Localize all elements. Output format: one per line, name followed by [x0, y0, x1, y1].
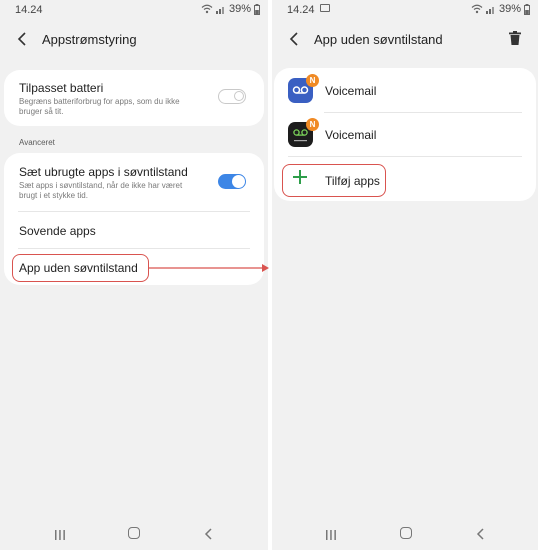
notification-badge: N — [306, 118, 319, 131]
recent-apps-icon[interactable] — [54, 528, 66, 540]
list-item[interactable]: N Voicemail — [274, 68, 536, 112]
notification-badge: N — [306, 74, 319, 87]
status-bar: 14.24 39% — [272, 0, 538, 22]
nav-back-icon[interactable] — [475, 527, 487, 540]
back-arrow-icon[interactable] — [286, 30, 304, 48]
divider — [18, 248, 250, 249]
section-label-advanced: Avanceret — [19, 138, 55, 147]
nav-back-icon[interactable] — [203, 527, 215, 540]
right-screen: 14.24 39% App uden søvntilstand N Voicem… — [272, 0, 538, 550]
adaptive-battery-subtitle: Begræns batteriforbrug for apps, som du … — [19, 97, 180, 116]
adaptive-battery-title: Tilpasset batteri — [19, 81, 104, 95]
battery-icon — [254, 3, 260, 15]
back-arrow-icon[interactable] — [14, 30, 32, 48]
status-bar: 14.24 39% — [0, 0, 268, 22]
wifi-icon — [471, 4, 483, 14]
signal-icon — [485, 4, 496, 14]
connector-arrow-icon — [148, 264, 269, 272]
battery-percent: 39% — [228, 3, 251, 15]
put-unused-to-sleep-subtitle: Sæt apps i søvntilstand, når de ikke har… — [19, 181, 183, 200]
put-unused-to-sleep-toggle[interactable] — [218, 174, 246, 189]
navigation-bar — [272, 520, 538, 550]
status-icons: 39% — [471, 3, 530, 15]
divider — [18, 211, 250, 212]
battery-icon — [524, 3, 530, 15]
left-screen: 14.24 39% Appstrømstyring Tilpasset batt… — [0, 0, 268, 550]
page-title: App uden søvntilstand — [314, 32, 443, 47]
signal-icon — [215, 4, 226, 14]
status-time: 14.24 — [287, 4, 315, 16]
app-name: Voicemail — [325, 84, 377, 98]
home-icon[interactable] — [400, 527, 412, 539]
app-bar: App uden søvntilstand — [272, 24, 538, 54]
list-item[interactable]: N Voicemail — [274, 112, 536, 156]
highlight-box — [12, 254, 149, 282]
wifi-icon — [201, 4, 213, 14]
put-unused-to-sleep-row[interactable]: Sæt ubrugte apps i søvntilstand Sæt apps… — [19, 165, 214, 201]
home-icon[interactable] — [128, 527, 140, 539]
status-icons: 39% — [201, 3, 260, 15]
adaptive-battery-toggle[interactable] — [218, 89, 246, 104]
trash-icon[interactable] — [506, 29, 524, 47]
app-name: Voicemail — [325, 128, 377, 142]
recent-apps-icon[interactable] — [325, 528, 337, 540]
status-time: 14.24 — [15, 4, 43, 16]
navigation-bar — [0, 520, 268, 550]
sleeping-apps-item[interactable]: Sovende apps — [19, 224, 96, 238]
app-bar: Appstrømstyring — [0, 24, 268, 54]
image-notification-icon — [320, 4, 330, 12]
adaptive-battery-card[interactable]: Tilpasset batteri Begræns batteriforbrug… — [4, 70, 264, 126]
put-unused-to-sleep-title: Sæt ubrugte apps i søvntilstand — [19, 165, 188, 179]
battery-percent: 39% — [498, 3, 521, 15]
highlight-box — [282, 164, 386, 197]
page-title: Appstrømstyring — [42, 32, 137, 47]
